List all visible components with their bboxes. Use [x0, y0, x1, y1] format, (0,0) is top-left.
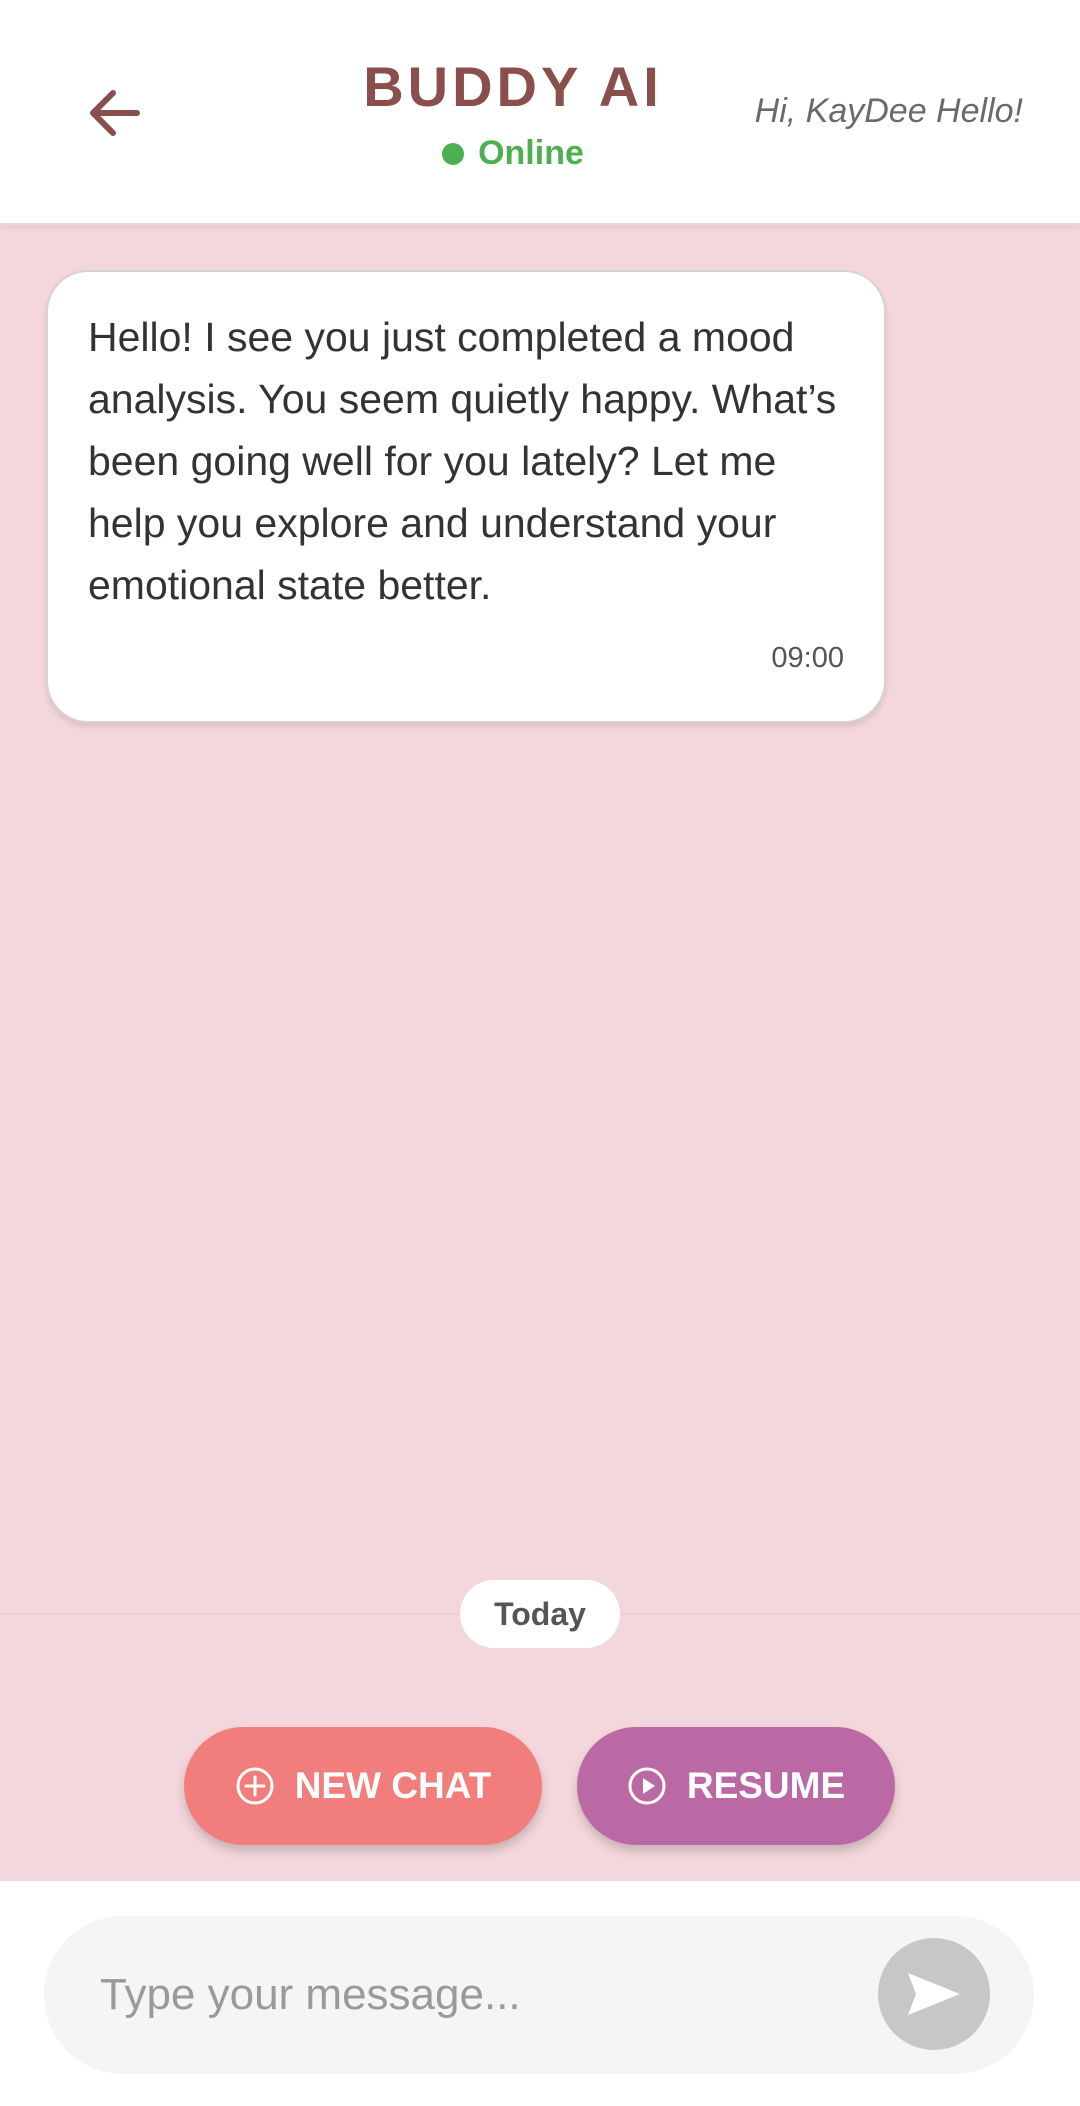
arrow-left-icon — [90, 90, 140, 136]
back-button[interactable] — [78, 78, 148, 148]
online-dot-icon — [442, 142, 465, 165]
message-timestamp: 09:00 — [771, 642, 844, 674]
status-indicator: Online — [442, 134, 584, 173]
new-chat-label: NEW CHAT — [294, 1765, 492, 1806]
play-circle-icon — [627, 1766, 667, 1806]
send-icon — [908, 1973, 960, 2015]
resume-button[interactable]: RESUME — [577, 1727, 895, 1845]
app-title: BUDDY AI — [363, 55, 663, 118]
user-greeting: Hi, KayDee Hello! — [754, 92, 1023, 130]
resume-label: RESUME — [686, 1765, 846, 1806]
message-list[interactable]: Hello! I see you just completed a mood a… — [0, 227, 1080, 1881]
message-input[interactable] — [100, 1950, 840, 2040]
bot-message-bubble: Hello! I see you just completed a mood a… — [46, 270, 886, 723]
plus-circle-icon — [235, 1766, 275, 1806]
status-text: Online — [478, 134, 584, 172]
composer-bar — [0, 1881, 1080, 2106]
date-chip: Today — [460, 1580, 620, 1648]
new-chat-button[interactable]: NEW CHAT — [184, 1727, 542, 1845]
send-button[interactable] — [878, 1938, 990, 2050]
message-text: Hello! I see you just completed a mood a… — [88, 314, 837, 608]
composer-pill — [44, 1916, 1034, 2074]
app-header: BUDDY AI Online Hi, KayDee Hello! — [0, 0, 1080, 225]
